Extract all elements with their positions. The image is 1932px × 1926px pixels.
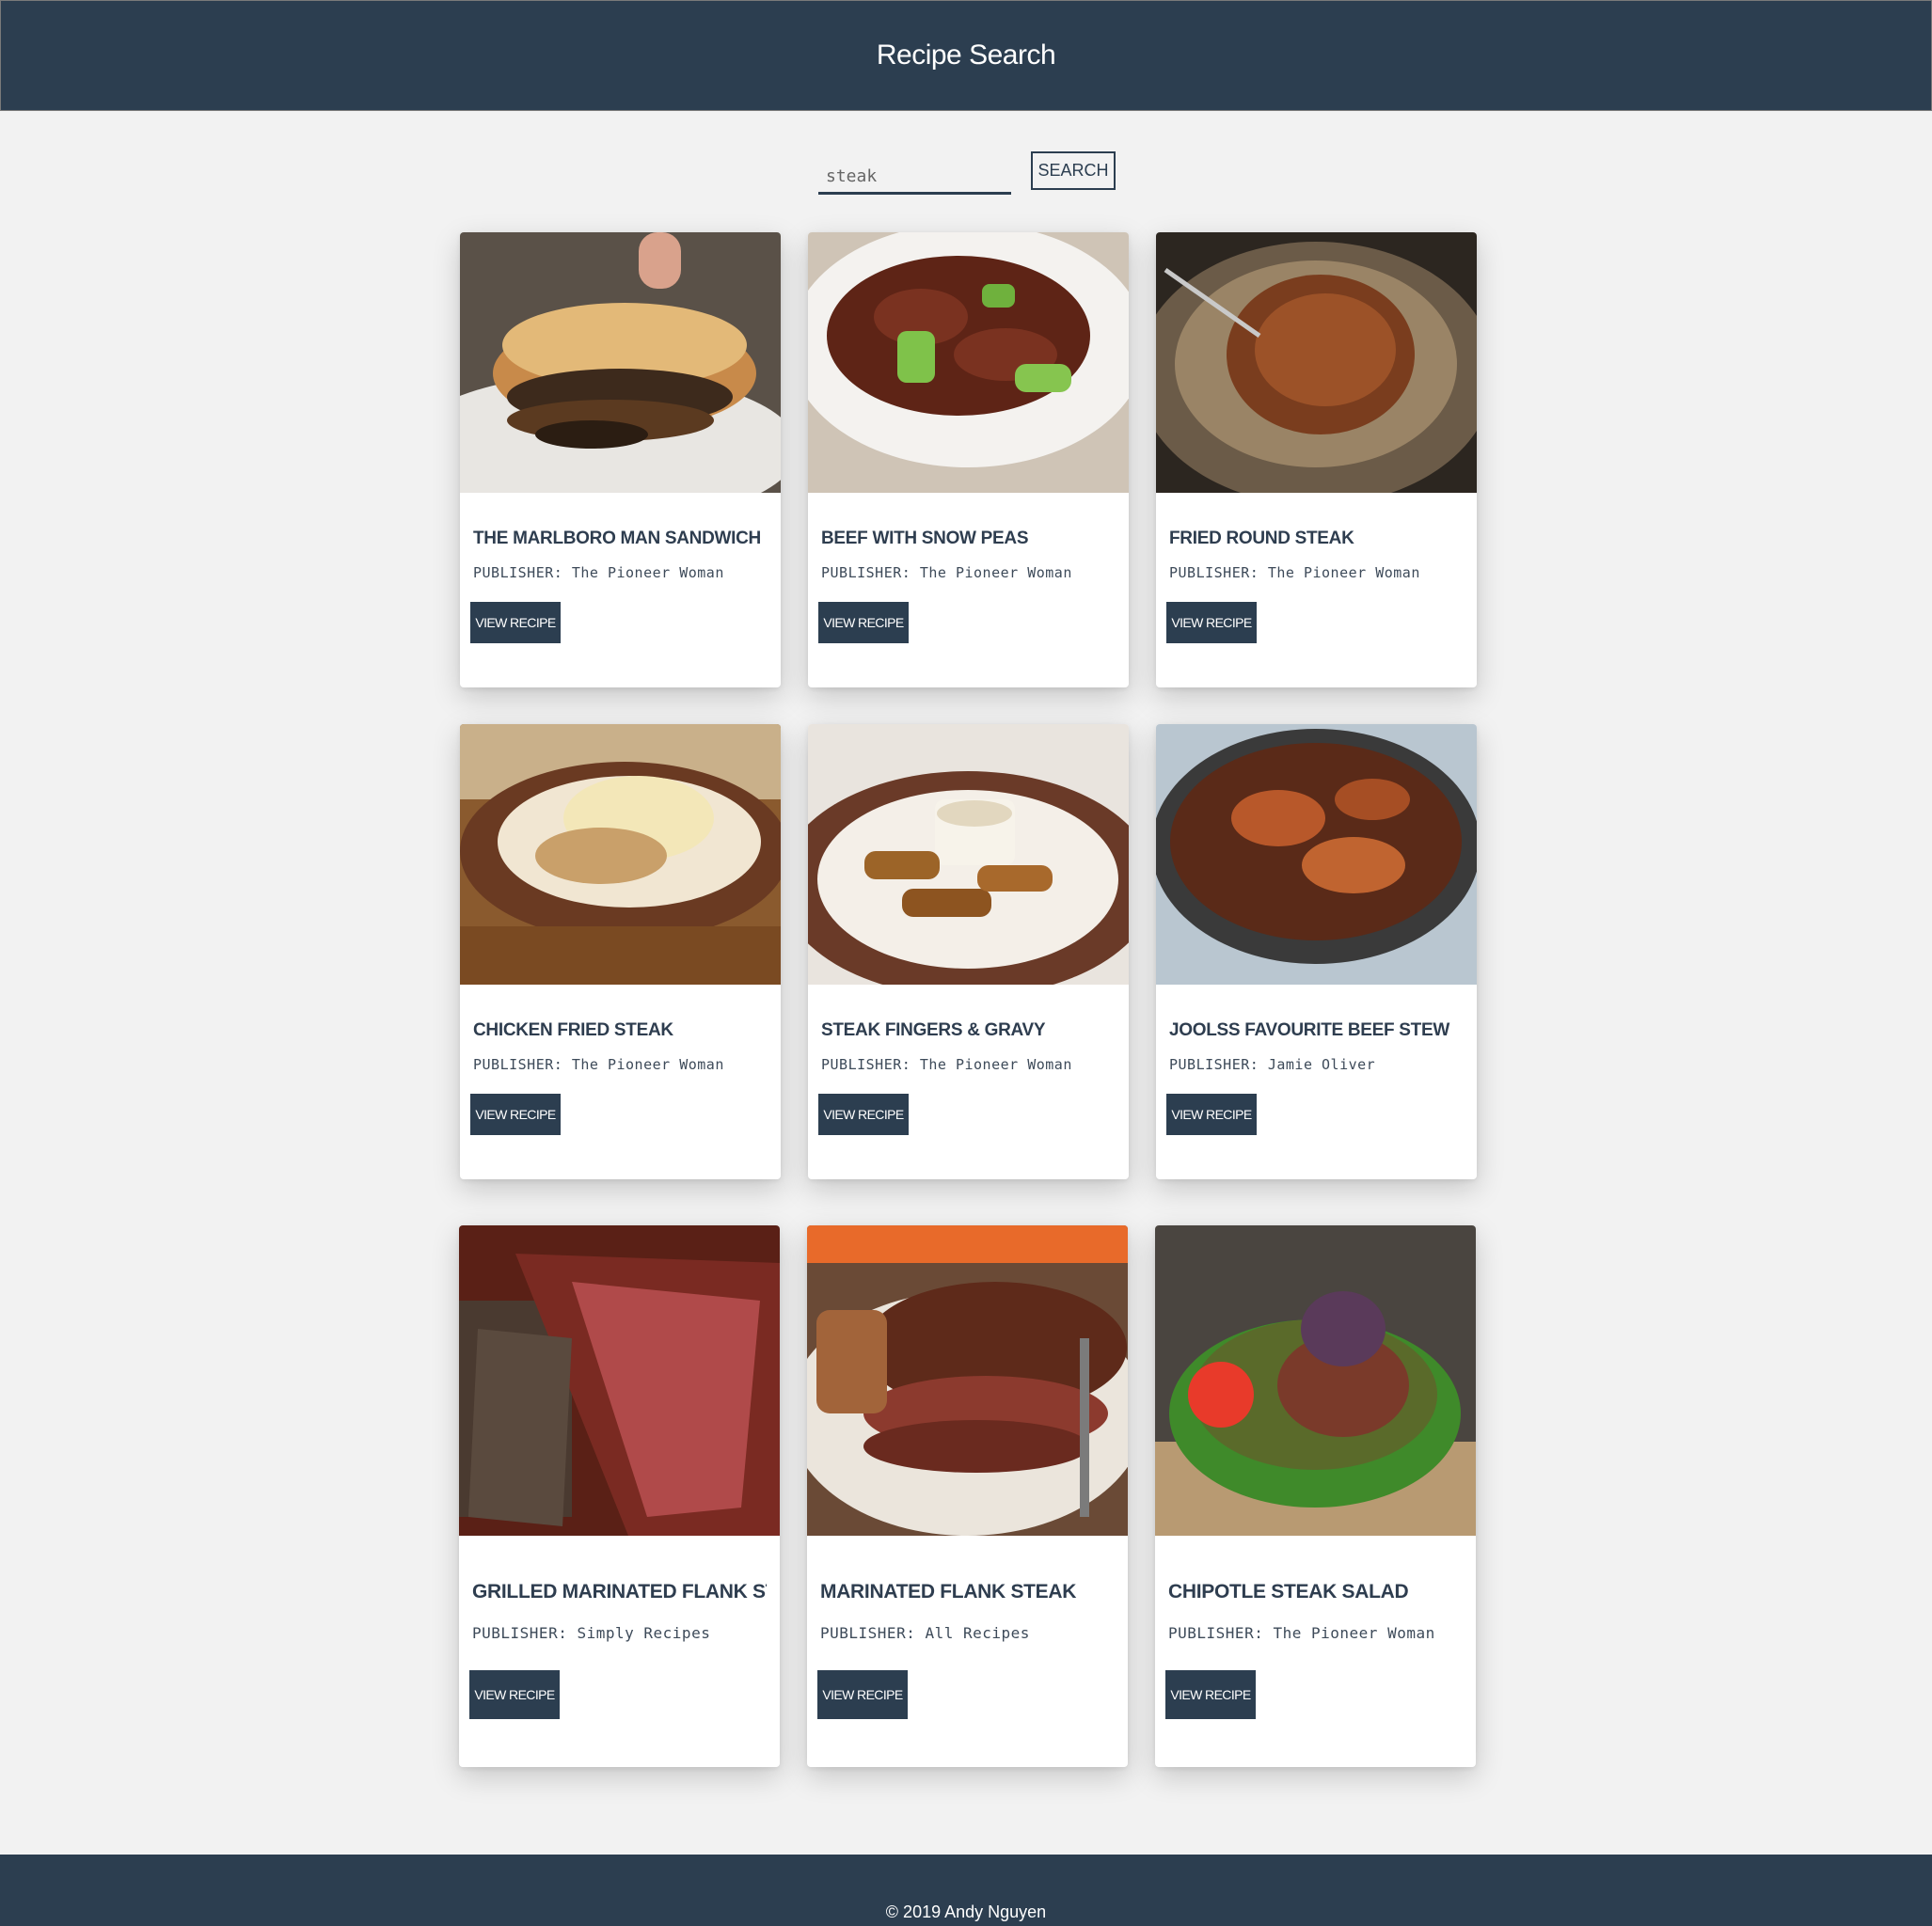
- publisher-label: PUBLISHER:: [1168, 1624, 1264, 1642]
- publisher-name: The Pioneer Woman: [919, 564, 1072, 581]
- view-recipe-button[interactable]: VIEW RECIPE: [817, 1670, 908, 1719]
- recipe-card-body: BEEF WITH SNOW PEAS PUBLISHER: The Pione…: [808, 493, 1129, 656]
- publisher-name: The Pioneer Woman: [919, 1056, 1072, 1073]
- recipe-card-body: MARINATED FLANK STEAK PUBLISHER: All Rec…: [807, 1536, 1128, 1732]
- recipe-image[interactable]: [459, 1225, 780, 1536]
- recipe-publisher: PUBLISHER: Jamie Oliver: [1169, 1056, 1464, 1073]
- copyright-text: © 2019 Andy Nguyen: [885, 1902, 1047, 1921]
- recipe-card: STEAK FINGERS & GRAVY PUBLISHER: The Pio…: [808, 724, 1129, 1179]
- page-header: Recipe Search: [0, 0, 1932, 111]
- view-recipe-button[interactable]: VIEW RECIPE: [469, 1670, 560, 1719]
- recipe-card: MARINATED FLANK STEAK PUBLISHER: All Rec…: [807, 1225, 1128, 1767]
- view-recipe-button[interactable]: VIEW RECIPE: [470, 1094, 561, 1135]
- publisher-name: Simply Recipes: [577, 1624, 711, 1642]
- recipe-card-body: FRIED ROUND STEAK PUBLISHER: The Pioneer…: [1156, 493, 1477, 656]
- publisher-name: The Pioneer Woman: [571, 564, 724, 581]
- search-button[interactable]: SEARCH: [1031, 151, 1116, 190]
- recipe-card: BEEF WITH SNOW PEAS PUBLISHER: The Pione…: [808, 232, 1129, 687]
- page-title: Recipe Search: [876, 39, 1056, 71]
- view-recipe-button[interactable]: VIEW RECIPE: [818, 602, 909, 643]
- recipe-publisher: PUBLISHER: The Pioneer Woman: [1169, 564, 1464, 581]
- publisher-label: PUBLISHER:: [821, 564, 911, 581]
- publisher-name: The Pioneer Woman: [571, 1056, 724, 1073]
- recipe-title: MARINATED FLANK STEAK: [820, 1581, 1077, 1602]
- recipe-card: JOOLSS FAVOURITE BEEF STEW PUBLISHER: Ja…: [1156, 724, 1477, 1179]
- recipe-card-body: JOOLSS FAVOURITE BEEF STEW PUBLISHER: Ja…: [1156, 985, 1477, 1148]
- publisher-name: The Pioneer Woman: [1267, 564, 1420, 581]
- publisher-name: All Recipes: [925, 1624, 1030, 1642]
- recipe-card-body: THE MARLBORO MAN SANDWICH PUBLISHER: The…: [460, 493, 781, 656]
- recipe-card: GRILLED MARINATED FLANK ST... PUBLISHER:…: [459, 1225, 780, 1767]
- recipe-image[interactable]: [1156, 724, 1477, 985]
- recipe-publisher: PUBLISHER: The Pioneer Woman: [821, 564, 1116, 581]
- view-recipe-button[interactable]: VIEW RECIPE: [1165, 1670, 1256, 1719]
- recipe-card-body: CHICKEN FRIED STEAK PUBLISHER: The Pione…: [460, 985, 781, 1148]
- publisher-label: PUBLISHER:: [820, 1624, 916, 1642]
- recipe-publisher: PUBLISHER: The Pioneer Woman: [821, 1056, 1116, 1073]
- recipe-title: GRILLED MARINATED FLANK ST...: [472, 1581, 767, 1602]
- publisher-label: PUBLISHER:: [473, 564, 563, 581]
- view-recipe-button[interactable]: VIEW RECIPE: [1166, 602, 1257, 643]
- recipe-image[interactable]: [807, 1225, 1128, 1536]
- recipe-title: BEEF WITH SNOW PEAS: [821, 529, 1029, 548]
- recipe-card: CHIPOTLE STEAK SALAD PUBLISHER: The Pion…: [1155, 1225, 1476, 1767]
- view-recipe-button[interactable]: VIEW RECIPE: [1166, 1094, 1257, 1135]
- view-recipe-button[interactable]: VIEW RECIPE: [470, 602, 561, 643]
- view-recipe-button[interactable]: VIEW RECIPE: [818, 1094, 909, 1135]
- recipe-image[interactable]: [808, 724, 1129, 985]
- search-input[interactable]: [818, 151, 1011, 195]
- publisher-name: Jamie Oliver: [1267, 1056, 1376, 1073]
- publisher-label: PUBLISHER:: [472, 1624, 568, 1642]
- recipe-image[interactable]: [808, 232, 1129, 493]
- recipe-title: CHIPOTLE STEAK SALAD: [1168, 1581, 1409, 1602]
- page-footer: © 2019 Andy Nguyen: [0, 1855, 1932, 1926]
- publisher-label: PUBLISHER:: [1169, 564, 1259, 581]
- recipe-title: JOOLSS FAVOURITE BEEF STEW: [1169, 1020, 1449, 1040]
- publisher-label: PUBLISHER:: [821, 1056, 911, 1073]
- recipe-image[interactable]: [460, 232, 781, 493]
- publisher-name: The Pioneer Woman: [1273, 1624, 1435, 1642]
- recipe-publisher: PUBLISHER: The Pioneer Woman: [473, 1056, 768, 1073]
- recipe-publisher: PUBLISHER: All Recipes: [820, 1624, 1115, 1642]
- recipe-image[interactable]: [1156, 232, 1477, 493]
- recipe-title: STEAK FINGERS & GRAVY: [821, 1020, 1046, 1040]
- recipe-title: THE MARLBORO MAN SANDWICH: [473, 529, 761, 548]
- publisher-label: PUBLISHER:: [473, 1056, 563, 1073]
- recipe-card-body: STEAK FINGERS & GRAVY PUBLISHER: The Pio…: [808, 985, 1129, 1148]
- recipe-publisher: PUBLISHER: The Pioneer Woman: [1168, 1624, 1463, 1642]
- recipe-card-body: CHIPOTLE STEAK SALAD PUBLISHER: The Pion…: [1155, 1536, 1476, 1732]
- recipe-title: CHICKEN FRIED STEAK: [473, 1020, 673, 1040]
- recipe-card: CHICKEN FRIED STEAK PUBLISHER: The Pione…: [460, 724, 781, 1179]
- recipe-image[interactable]: [1155, 1225, 1476, 1536]
- recipe-card: THE MARLBORO MAN SANDWICH PUBLISHER: The…: [460, 232, 781, 687]
- recipe-publisher: PUBLISHER: The Pioneer Woman: [473, 564, 768, 581]
- recipe-card-body: GRILLED MARINATED FLANK ST... PUBLISHER:…: [459, 1536, 780, 1732]
- publisher-label: PUBLISHER:: [1169, 1056, 1259, 1073]
- recipe-title: FRIED ROUND STEAK: [1169, 529, 1354, 548]
- search-form: SEARCH: [818, 151, 1116, 195]
- recipe-publisher: PUBLISHER: Simply Recipes: [472, 1624, 767, 1642]
- recipe-image[interactable]: [460, 724, 781, 985]
- recipe-card: FRIED ROUND STEAK PUBLISHER: The Pioneer…: [1156, 232, 1477, 687]
